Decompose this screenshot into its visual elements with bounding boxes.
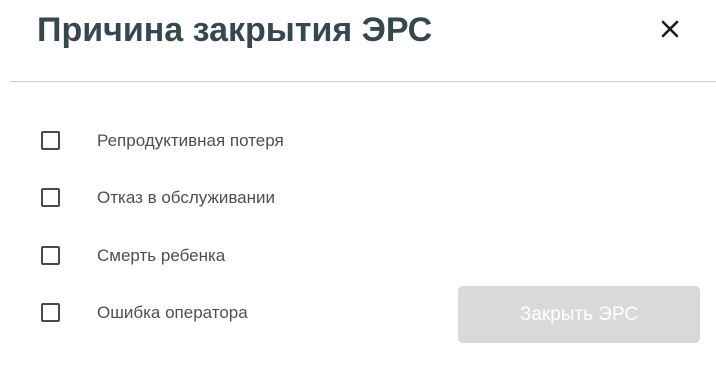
- close-ers-dialog: Причина закрытия ЭРС Репродуктивная поте…: [0, 0, 716, 367]
- option-child-death[interactable]: Смерть ребенка: [38, 241, 438, 271]
- dialog-title: Причина закрытия ЭРС: [37, 11, 433, 49]
- option-label: Смерть ребенка: [97, 246, 226, 265]
- close-button[interactable]: [652, 11, 688, 47]
- close-ers-button[interactable]: Закрыть ЭРС: [458, 286, 700, 343]
- header-divider: [10, 81, 716, 82]
- option-label: Ошибка оператора: [97, 303, 248, 322]
- option-label: Репродуктивная потеря: [97, 131, 284, 150]
- option-service-refusal[interactable]: Отказ в обслуживании: [38, 183, 438, 213]
- dialog-header: Причина закрытия ЭРС: [0, 0, 716, 82]
- checkbox[interactable]: [41, 303, 60, 322]
- checkbox[interactable]: [41, 131, 60, 150]
- checkbox[interactable]: [41, 246, 60, 265]
- option-reproductive-loss[interactable]: Репродуктивная потеря: [38, 126, 438, 156]
- checkbox[interactable]: [41, 188, 60, 207]
- option-label: Отказ в обслуживании: [97, 188, 276, 207]
- option-operator-error[interactable]: Ошибка оператора: [38, 298, 438, 328]
- close-icon: [661, 20, 679, 38]
